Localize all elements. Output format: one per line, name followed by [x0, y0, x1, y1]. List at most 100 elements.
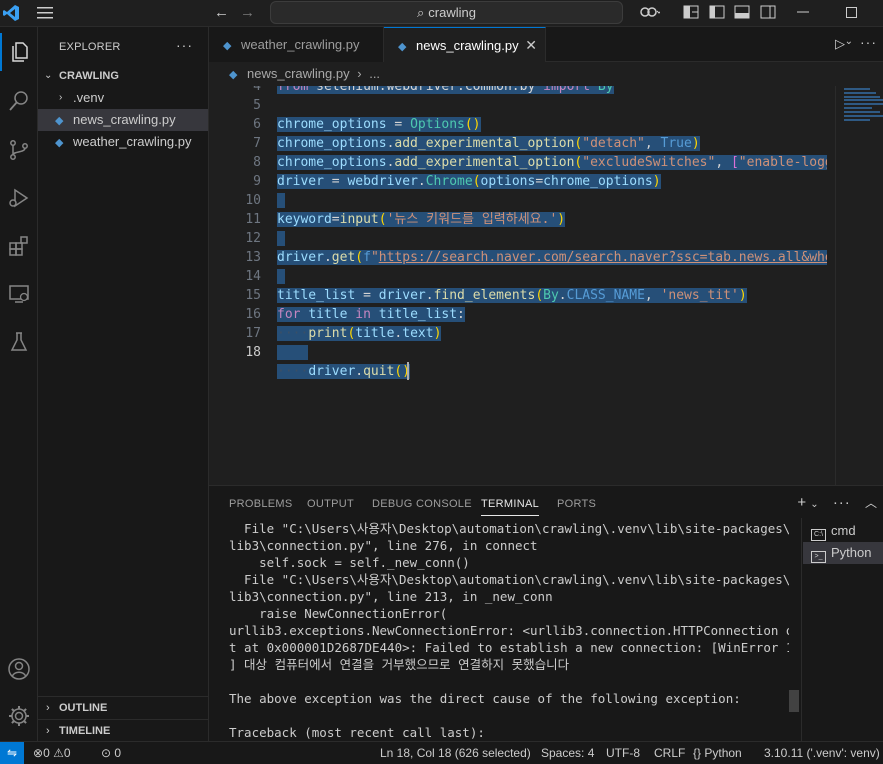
extensions-icon[interactable] [0, 227, 38, 265]
code-line [277, 191, 285, 210]
tree-item-label: news_crawling.py [73, 112, 176, 127]
breadcrumb-more[interactable]: ... [369, 66, 380, 81]
terminal-scrollbar[interactable] [789, 690, 799, 712]
maximize-panel-icon[interactable]: ︿ [865, 496, 877, 510]
remote-indicator-icon[interactable]: ⇋ [0, 742, 24, 764]
line-number: 15 [245, 288, 261, 303]
tree-item-news-crawling[interactable]: ◆ news_crawling.py [38, 109, 208, 131]
testing-icon[interactable] [0, 323, 38, 361]
error-icon: ⊗ [33, 746, 44, 760]
run-debug-icon[interactable] [0, 179, 38, 217]
folder-crawling[interactable]: ⌄ CRAWLING [38, 65, 208, 87]
line-number: 10 [245, 193, 261, 208]
line-number: 4 [253, 86, 261, 94]
source-control-icon[interactable] [0, 131, 38, 169]
terminal-output[interactable]: File "C:\Users\사용자\Desktop\automation\cr… [229, 520, 789, 742]
code-editor[interactable]: 4 5 6 7 8 9 10 11 12 13 14 15 16 17 18 from selenium.w… [209, 86, 883, 485]
problems-indicator[interactable]: ⊗0 ⚠0 [33, 742, 71, 764]
line-number: 5 [253, 98, 261, 113]
ports-indicator[interactable]: ⊙ 0 [101, 742, 121, 764]
code-area[interactable]: from selenium.webdriver.common.by import… [277, 86, 827, 485]
explorer-sidebar: EXPLORER ··· ⌄ CRAWLING › .venv ◆ news_c… [38, 27, 209, 741]
search-icon[interactable] [0, 82, 38, 120]
toggle-sidebar-icon[interactable] [709, 4, 725, 25]
accounts-icon[interactable] [0, 650, 38, 688]
tab-output[interactable]: OUTPUT [307, 498, 354, 510]
more-actions-icon[interactable]: ··· [860, 34, 877, 50]
terminal-line: raise NewConnectionError( [229, 606, 448, 621]
cmd-terminal-icon: C:\ [811, 529, 826, 541]
terminal-line: urllib3.exceptions.NewConnectionError: <… [229, 623, 789, 638]
back-arrow-icon[interactable]: ← [214, 4, 229, 22]
python-file-icon: ◆ [223, 40, 232, 52]
folder-label: CRAWLING [59, 70, 119, 82]
code-line: driver.get(f"https://search.naver.com/se… [277, 248, 827, 267]
remote-explorer-icon[interactable] [0, 275, 38, 313]
manage-gear-icon[interactable] [0, 697, 38, 735]
code-line [277, 229, 285, 248]
close-icon[interactable]: ✕ [525, 28, 537, 63]
forward-arrow-icon[interactable]: → [240, 4, 255, 22]
code-line: chrome_options.add_experimental_option("… [277, 136, 700, 151]
tree-item-weather-crawling[interactable]: ◆ weather_crawling.py [38, 131, 208, 153]
status-bar: ⇋ ⊗0 ⚠0 ⊙ 0 Ln 18, Col 18 (626 selected)… [0, 741, 883, 764]
layout-icon[interactable] [683, 4, 699, 25]
code-line: from selenium.webdriver.common.by import… [277, 86, 614, 96]
minimize-icon[interactable] [796, 4, 810, 25]
editor-tab-bar: ◆ weather_crawling.py ◆ news_crawling.py ✕… [209, 27, 883, 62]
chevron-right-icon: › [46, 702, 50, 714]
explorer-more-actions-icon[interactable]: ··· [176, 37, 193, 53]
chevron-down-icon[interactable]: ⌄ [845, 36, 853, 47]
terminal-line: Traceback (most recent call last): [229, 725, 485, 740]
breadcrumb-file[interactable]: news_crawling.py [247, 66, 350, 81]
tab-weather-crawling[interactable]: ◆ weather_crawling.py [209, 27, 384, 62]
terminal-line: File "C:\Users\사용자\Desktop\automation\cr… [229, 572, 789, 587]
tab-debug-console[interactable]: DEBUG CONSOLE [372, 498, 472, 510]
python-file-icon: ◆ [55, 137, 64, 149]
terminal-icon: >_ [811, 551, 826, 563]
terminal-item-cmd[interactable]: C:\ cmd [803, 520, 883, 542]
new-terminal-icon[interactable]: + [797, 494, 806, 511]
chevron-down-icon[interactable]: ⌄ [810, 499, 818, 510]
python-interpreter[interactable]: 3.10.11 ('.venv': venv) [764, 742, 880, 764]
language-mode[interactable]: {} Python [693, 742, 742, 764]
toggle-secondary-sidebar-icon[interactable] [760, 4, 776, 25]
more-actions-icon[interactable]: ··· [833, 494, 851, 511]
terminal-line: The above exception was the direct cause… [229, 691, 741, 706]
explorer-title: EXPLORER [59, 41, 121, 53]
command-center-search[interactable]: ⌕ crawling [270, 1, 623, 24]
line-ending[interactable]: CRLF [654, 742, 685, 764]
minimap[interactable] [835, 86, 883, 485]
tab-terminal[interactable]: TERMINAL [481, 498, 540, 516]
outline-section[interactable]: › OUTLINE [38, 696, 208, 718]
vscode-logo-icon [2, 4, 20, 27]
terminal-line: File "C:\Users\사용자\Desktop\automation\cr… [229, 521, 789, 536]
terminal-line: lib3\connection.py", line 276, in connec… [229, 538, 538, 553]
timeline-section[interactable]: › TIMELINE [38, 719, 208, 741]
line-number: 14 [245, 269, 261, 284]
copilot-icon[interactable] [638, 4, 662, 27]
warning-count: 0 [63, 746, 71, 760]
tree-item-venv[interactable]: › .venv [38, 87, 208, 109]
indentation[interactable]: Spaces: 4 [541, 742, 594, 764]
python-file-icon: ◆ [398, 41, 407, 53]
tab-ports[interactable]: PORTS [557, 498, 596, 510]
tab-news-crawling[interactable]: ◆ news_crawling.py ✕ [384, 27, 546, 62]
menu-icon[interactable] [36, 4, 54, 27]
outline-label: OUTLINE [59, 702, 108, 714]
tab-problems[interactable]: PROBLEMS [229, 498, 293, 510]
encoding[interactable]: UTF-8 [606, 742, 640, 764]
terminal-line: t at 0x000001D2687DE440>: Failed to esta… [229, 640, 789, 655]
line-number: 11 [245, 212, 261, 227]
terminal-item-python[interactable]: >_ Python [803, 542, 883, 564]
code-line: chrome_options.add_experimental_option("… [277, 153, 827, 172]
maximize-icon[interactable] [845, 4, 859, 25]
tree-item-label: .venv [73, 90, 105, 105]
explorer-icon[interactable] [0, 33, 38, 71]
code-line: title_list = driver.find_elements(By.CLA… [277, 288, 747, 303]
toggle-panel-icon[interactable] [734, 4, 750, 25]
cursor-position[interactable]: Ln 18, Col 18 (626 selected) [380, 742, 531, 764]
run-python-file-icon[interactable]: ▷ [835, 36, 845, 52]
line-number: 16 [245, 307, 261, 322]
warning-icon: ⚠ [53, 746, 64, 760]
